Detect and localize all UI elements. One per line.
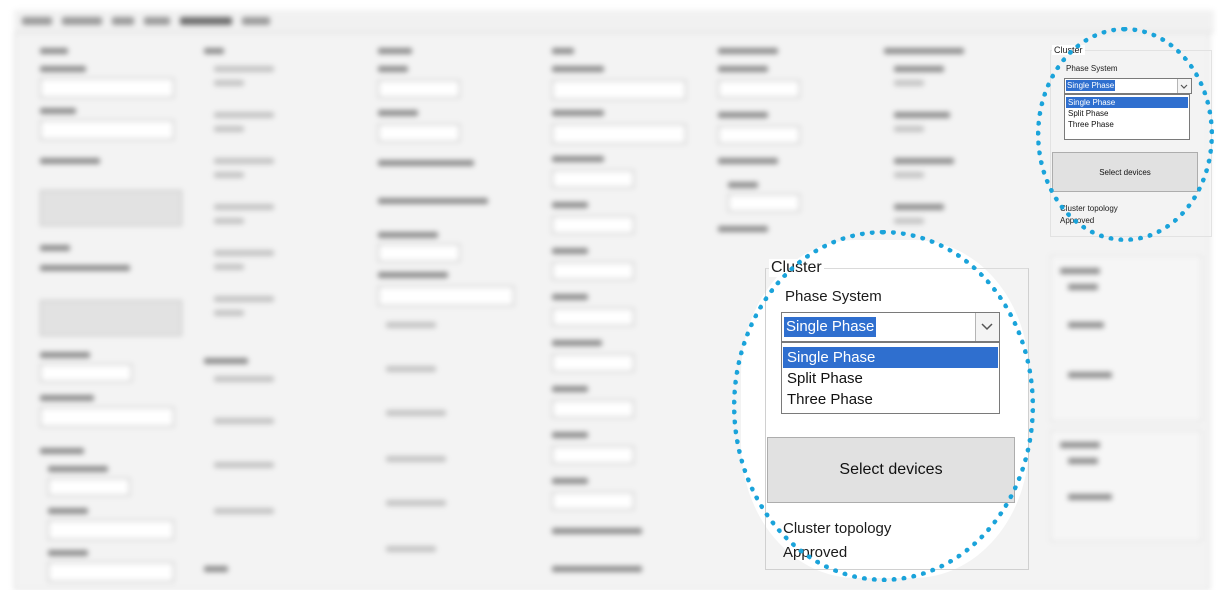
cluster-title: Cluster — [1052, 45, 1085, 55]
option-single-phase[interactable]: Single Phase — [783, 347, 998, 368]
phase-system-selected-value: Single Phase — [1066, 80, 1116, 91]
option-single-phase[interactable]: Single Phase — [1066, 97, 1188, 108]
menu-bar — [14, 10, 1214, 33]
cluster-topology-status: Approved — [783, 544, 848, 561]
phase-system-combobox[interactable]: Single Phase — [1064, 78, 1192, 94]
phase-system-label: Phase System — [1066, 64, 1118, 73]
option-split-phase[interactable]: Split Phase — [783, 368, 998, 389]
chevron-down-icon[interactable] — [975, 313, 999, 341]
phase-system-dropdown-list: Single Phase Split Phase Three Phase — [1064, 94, 1190, 140]
select-devices-button[interactable]: Select devices — [767, 437, 1015, 503]
select-devices-button[interactable]: Select devices — [1052, 152, 1198, 192]
cluster-title: Cluster — [769, 259, 824, 277]
phase-system-dropdown-list: Single Phase Split Phase Three Phase — [781, 342, 1000, 414]
blurred-application-background — [0, 0, 1218, 590]
phase-system-selected-value: Single Phase — [784, 317, 877, 337]
phase-system-combobox[interactable]: Single Phase — [781, 312, 1000, 342]
cluster-topology-label: Cluster topology — [783, 520, 892, 537]
option-three-phase[interactable]: Three Phase — [783, 389, 998, 410]
cluster-topology-label: Cluster topology — [1060, 204, 1118, 213]
phase-system-label: Phase System — [785, 288, 882, 305]
option-split-phase[interactable]: Split Phase — [1066, 108, 1188, 119]
cluster-topology-status: Approved — [1060, 216, 1095, 225]
chevron-down-icon[interactable] — [1177, 79, 1191, 93]
cluster-group-small: Cluster Phase System Single Phase Single… — [1040, 40, 1212, 237]
cluster-group-zoomed: Cluster Phase System Single Phase Single… — [735, 232, 1035, 582]
option-three-phase[interactable]: Three Phase — [1066, 119, 1188, 130]
